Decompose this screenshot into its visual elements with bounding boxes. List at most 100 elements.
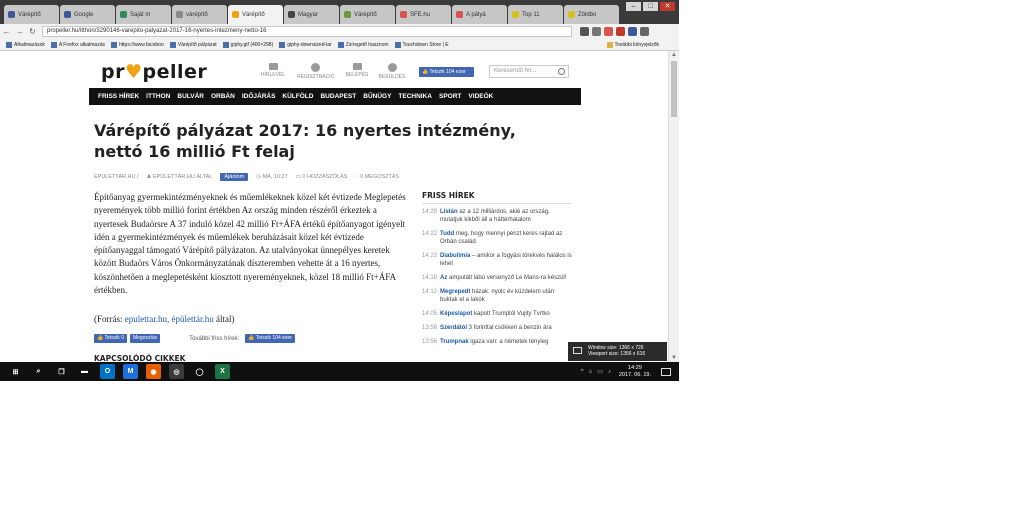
extension-icon[interactable] (616, 27, 625, 36)
address-bar[interactable]: propeller.hu/itthon/3290146-varepito-pal… (42, 26, 572, 37)
news-headline[interactable]: Szerdától 3 forinttal csökken a benzin á… (440, 324, 552, 332)
start-icon[interactable]: ⊞ (8, 364, 23, 379)
bookmark-item[interactable]: https://www.faceboo (111, 41, 164, 48)
scroll-up-icon[interactable]: ▲ (669, 51, 679, 59)
news-headline[interactable]: Listán az a 12 milliárdos, akié az orszá… (440, 208, 572, 224)
news-headline[interactable]: Az amputált lábú versenyző Le Mans-ra ké… (440, 274, 566, 282)
excel-icon[interactable]: X (215, 364, 230, 379)
facebook-like-button[interactable]: 👍 Tetszik 104 ezer (419, 67, 474, 77)
news-headline[interactable]: Képeslapot kapott Trumptól Vujity Tvrtko (440, 310, 550, 318)
registration-link[interactable]: REGISZTRÁCIÓ (297, 63, 335, 80)
search-input[interactable]: Keresendő hír... (489, 65, 569, 78)
news-item[interactable]: 14:22 Diabulimia – amikor a fogyási törek… (422, 252, 572, 268)
nav-item[interactable]: ORBÁN (211, 93, 235, 100)
news-item[interactable]: 13:58 Szerdától 3 forinttal csökken a ben… (422, 324, 572, 332)
nav-item[interactable]: FRISS HÍREK (98, 93, 139, 100)
tray-chevron-icon[interactable]: ^ (581, 369, 584, 375)
news-headline[interactable]: Diabulimia – amikor a fogyási törekvés h… (440, 252, 572, 268)
extension-icon[interactable] (604, 27, 613, 36)
page-like-button[interactable]: 👍 Tetszik 104 ezer (245, 334, 295, 343)
nav-item[interactable]: IDŐJÁRÁS (242, 93, 276, 100)
sidebar: FRISS HÍREK 14:29 Listán az a 12 milliárd… (422, 191, 572, 352)
like-button[interactable]: 👍 Tetszik 0 (94, 334, 127, 343)
nav-item[interactable]: TECHNIKA (398, 93, 432, 100)
news-item[interactable]: 14:05 Képeslapot kapott Trumptól Vujity T… (422, 310, 572, 318)
nav-item[interactable]: ITTHON (146, 93, 170, 100)
bookmark-item[interactable]: A Firefox alkalmazás (50, 41, 105, 48)
search-icon[interactable]: ⌕ (31, 364, 46, 379)
bookmark-item[interactable]: Várépítő pályázat (169, 41, 217, 48)
meta-comments[interactable]: ▭ 0 HOZZÁSZÓLÁS (296, 174, 348, 180)
submit-link[interactable]: BEKÜLDÉS (374, 63, 410, 80)
nav-item[interactable]: KÜLFÖLD (282, 93, 313, 100)
site-logo[interactable]: pr♥peller (101, 61, 207, 83)
outlook-icon[interactable]: O (100, 364, 115, 379)
notification-icon[interactable] (661, 367, 671, 376)
meta-author[interactable]: ♟ ÉPÜLETTÁR.HU ÁLTAL (147, 174, 213, 180)
browser-tab[interactable]: Magyar (284, 5, 339, 24)
network-icon[interactable]: ⌂ (589, 369, 593, 375)
bookmark-item[interactable]: Alkalmazások (6, 41, 45, 48)
bookmark-item[interactable]: giphy-downsized-lar (279, 41, 332, 48)
back-icon[interactable]: ← (0, 27, 13, 36)
system-tray: ^ ⌂ ▭ ♪ 14:29 2017. 06. 19. (576, 365, 679, 378)
scrollbar[interactable]: ▲ ▼ (668, 51, 679, 362)
nav-item[interactable]: BŰNÜGY (363, 93, 391, 100)
news-headline[interactable]: Tudd meg, hogy mennyi pénzt keres rajtad… (440, 230, 572, 246)
facebook-recommend-button[interactable]: Ajánlom (220, 173, 249, 181)
news-headline[interactable]: Megrepedt házak: nyolc év küzdelem után … (440, 288, 572, 304)
news-item[interactable]: 13:56 Trumpnak igaza van: a németek tényl… (422, 338, 572, 346)
firefox-icon[interactable]: ◉ (146, 364, 161, 379)
browser-tab[interactable]: Google (60, 5, 115, 24)
meta-time: ◷ MA, 10:27 (256, 174, 288, 180)
volume-icon[interactable]: ♪ (608, 369, 611, 375)
news-item[interactable]: 14:22 Tudd meg, hogy mennyi pénzt keres r… (422, 230, 572, 246)
browser-tab[interactable]: SFE.hu (396, 5, 451, 24)
extension-icon[interactable] (628, 27, 637, 36)
reload-icon[interactable]: ↻ (26, 27, 39, 36)
nav-item[interactable]: SPORT (439, 93, 461, 100)
search-icon[interactable] (558, 68, 565, 75)
news-headline[interactable]: Trumpnak igaza van: a németek tényleg (440, 338, 548, 346)
bookmark-item[interactable]: Touchdown Store | E (394, 41, 449, 48)
nav-item[interactable]: VIDEÓK (468, 93, 493, 100)
browser-tab[interactable]: Top 11 (508, 5, 563, 24)
browser-tab[interactable]: A pályá (452, 5, 507, 24)
browser-tab[interactable]: várépítő (172, 5, 227, 24)
extension-icon[interactable] (592, 27, 601, 36)
login-link[interactable]: BELÉPÉS (339, 63, 375, 78)
news-item[interactable]: 14:12 Megrepedt házak: nyolc év küzdelem … (422, 288, 572, 304)
minimize-button[interactable]: – (626, 2, 641, 11)
screen: Várépítő Google Saját m várépítő Várépítő Mag… (0, 0, 679, 381)
task-view-icon[interactable]: ❐ (54, 364, 69, 379)
file-explorer-icon[interactable]: ▬ (77, 364, 92, 379)
source-link[interactable]: epulettar.hu, épülettár.hu (125, 314, 214, 324)
news-item[interactable]: 14:18 Az amputált lábú versenyző Le Mans-… (422, 274, 572, 282)
share-button[interactable]: Megosztás (129, 334, 161, 343)
browser-tab[interactable]: Saját m (116, 5, 171, 24)
nav-item[interactable]: BUDAPEST (320, 93, 356, 100)
bookmark-item[interactable]: giphy.gif (400×298) (222, 41, 273, 48)
browser-tab[interactable]: Zöldbo (564, 5, 619, 24)
maxthon-icon[interactable]: M (123, 364, 138, 379)
obs-icon[interactable]: ◯ (192, 364, 207, 379)
browser-tab[interactable]: Várépítő (340, 5, 395, 24)
news-item[interactable]: 14:29 Listán az a 12 milliárdos, akié az … (422, 208, 572, 224)
clock[interactable]: 14:29 2017. 06. 19. (619, 365, 651, 378)
browser-tab[interactable]: Várépítő (4, 5, 59, 24)
scroll-down-icon[interactable]: ▼ (669, 354, 679, 362)
chrome-icon[interactable]: ◎ (169, 364, 184, 379)
browser-tab[interactable]: Várépítő (228, 5, 283, 24)
menu-icon[interactable] (640, 27, 649, 36)
battery-icon[interactable]: ▭ (597, 368, 603, 375)
bookmark-item[interactable]: Zsíregető hasznom (337, 41, 389, 48)
close-button[interactable]: ✕ (660, 2, 675, 11)
extension-icon[interactable] (580, 27, 589, 36)
newsletter-link[interactable]: HÍRLEVÉL (255, 63, 291, 78)
bookmark-other[interactable]: További könyvjelzők (606, 41, 659, 48)
scroll-thumb[interactable] (671, 61, 677, 117)
forward-icon[interactable]: → (13, 27, 26, 36)
nav-item[interactable]: BULVÁR (177, 93, 204, 100)
maximize-button[interactable]: □ (643, 2, 658, 11)
meta-source[interactable]: EPULETTAR.HU / (94, 174, 139, 180)
